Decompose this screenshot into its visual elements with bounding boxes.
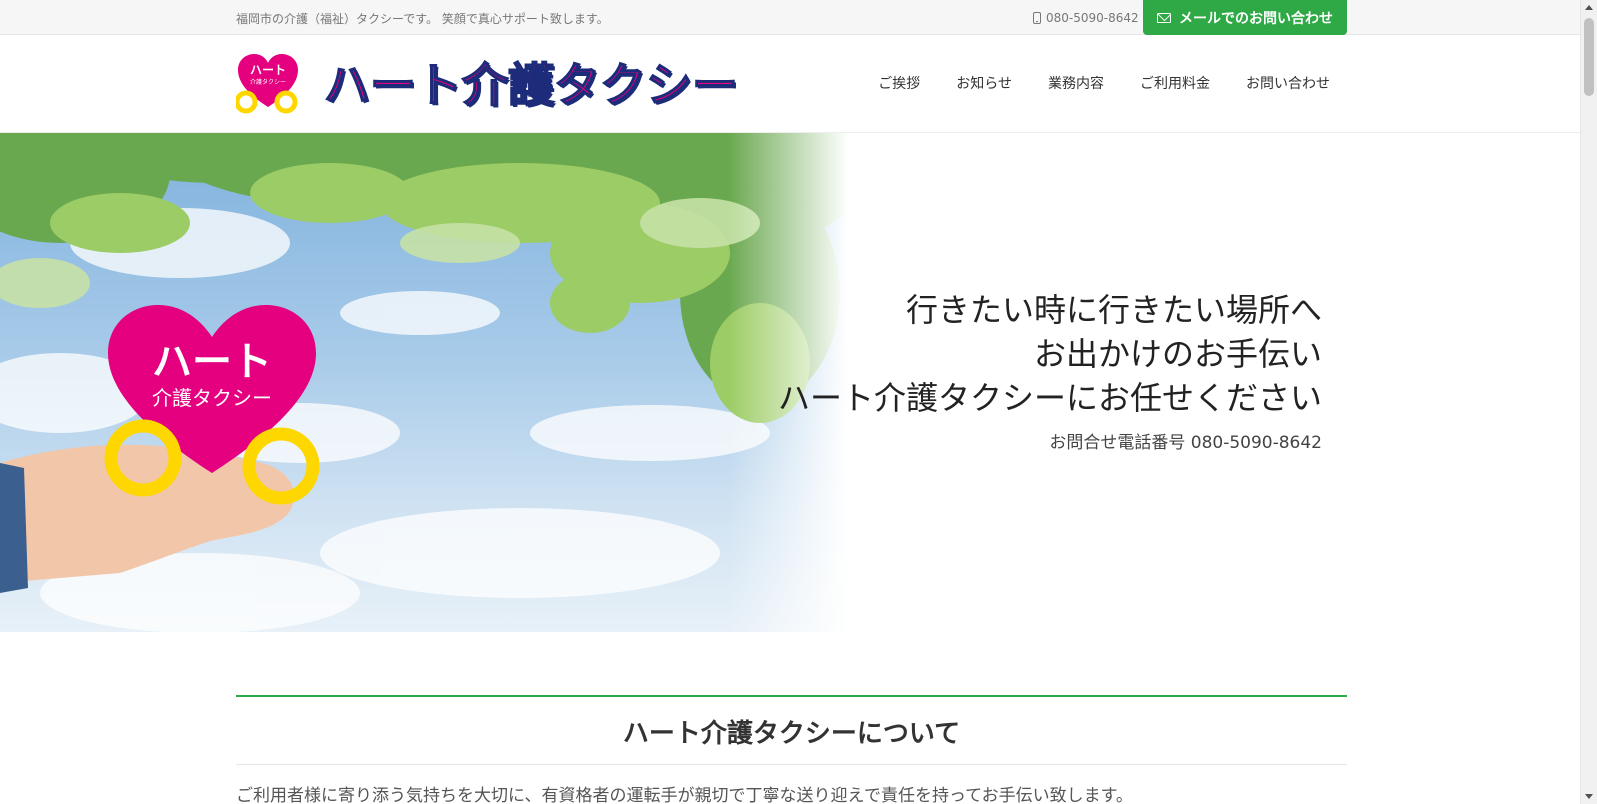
about-section: ハート介護タクシーについて ご利用者様に寄り添う気持ちを大切に、有資格者の運転手… <box>236 695 1347 804</box>
about-body: ご利用者様に寄り添う気持ちを大切に、有資格者の運転手が親切で丁寧な送り迎えで責任… <box>236 786 1133 804</box>
top-phone[interactable]: 080-5090-8642 <box>1033 11 1139 25</box>
logo-heart-icon[interactable]: ハート 介護タクシー <box>236 53 300 115</box>
nav-pricing[interactable]: ご利用料金 <box>1140 73 1210 93</box>
logo-wordmark[interactable]: ハート介護タクシー <box>323 53 739 113</box>
scroll-up-icon[interactable] <box>1585 5 1593 10</box>
hero-line-2: お出かけのお手伝い <box>1033 335 1322 373</box>
main-nav: ご挨拶 お知らせ 業務内容 ご利用料金 お問い合わせ <box>878 73 1330 93</box>
mobile-phone-icon <box>1033 12 1041 24</box>
scroll-down-icon[interactable] <box>1585 794 1593 799</box>
hero-heart-bottom-text: 介護タクシー <box>152 386 272 410</box>
nav-services[interactable]: 業務内容 <box>1048 73 1104 93</box>
hero-heart-top-text: ハート <box>152 339 272 385</box>
page-scrollbar[interactable] <box>1580 0 1597 804</box>
nav-greeting[interactable]: ご挨拶 <box>878 73 920 93</box>
hero-copy: 行きたい時に行きたい場所へ お出かけのお手伝い ハート介護タクシーにお任せくださ… <box>778 288 1322 453</box>
scroll-thumb[interactable] <box>1584 18 1594 96</box>
hero-image: ハート 介護タクシー <box>0 133 848 632</box>
hero-illustration: ハート 介護タクシー <box>0 133 848 632</box>
logo-mark-top-text: ハート <box>250 63 286 77</box>
logo-mark-bottom-text: 介護タクシー <box>250 78 286 86</box>
tagline: 福岡市の介護（福祉）タクシーです。 笑顔で真心サポート致します。 <box>236 12 609 26</box>
hero-phone[interactable]: お問合せ電話番号 080-5090-8642 <box>778 428 1322 453</box>
hero-section: ハート 介護タクシー 行きたい時に行きたい場所へ お出かけのお手伝い ハート介護… <box>0 133 1580 632</box>
envelope-icon <box>1157 12 1171 23</box>
hero-line-3: ハート介護タクシーにお任せください <box>777 379 1322 417</box>
mail-contact-button[interactable]: メールでのお問い合わせ <box>1143 0 1347 35</box>
hero-line-1: 行きたい時に行きたい場所へ <box>905 291 1322 329</box>
nav-contact[interactable]: お問い合わせ <box>1246 73 1330 93</box>
mail-contact-label: メールでのお問い合わせ <box>1179 10 1333 27</box>
nav-news[interactable]: お知らせ <box>956 73 1012 93</box>
site-header: ハート 介護タクシー ハート介護タクシー ご挨拶 お知らせ 業務内容 ご利用料金… <box>0 35 1580 133</box>
about-title: ハート介護タクシーについて <box>236 697 1347 765</box>
top-phone-number[interactable]: 080-5090-8642 <box>1046 11 1139 25</box>
logo-text: ハート介護タクシー <box>323 57 739 113</box>
